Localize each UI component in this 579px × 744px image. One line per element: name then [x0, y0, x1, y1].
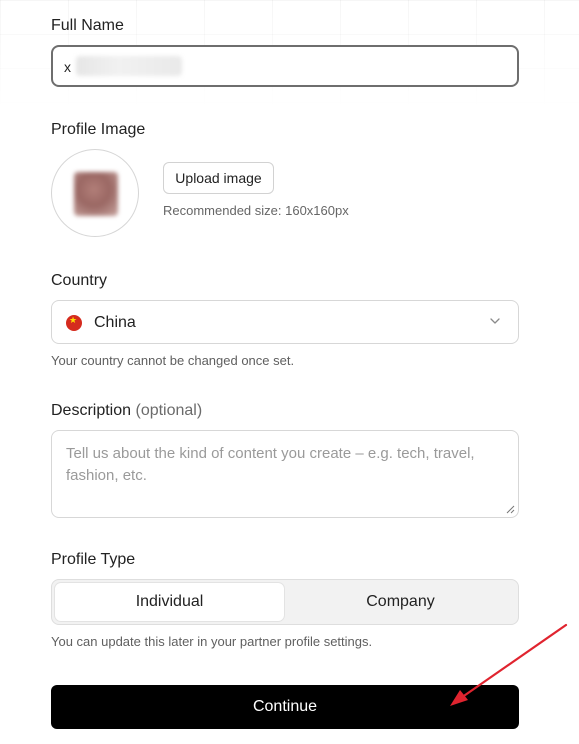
optional-hint: (optional) [135, 402, 203, 419]
full-name-value: x [64, 59, 71, 75]
full-name-input[interactable]: x [51, 45, 519, 87]
country-selected-value: China [94, 314, 136, 331]
profile-type-company[interactable]: Company [286, 583, 515, 621]
china-flag-icon: ★ [66, 315, 82, 331]
redacted-name [76, 56, 182, 76]
image-size-recommendation: Recommended size: 160x160px [163, 203, 349, 218]
full-name-label: Full Name [51, 17, 124, 34]
profile-type-individual[interactable]: Individual [55, 583, 284, 621]
chevron-down-icon [490, 318, 500, 324]
avatar[interactable] [51, 149, 139, 237]
profile-type-label: Profile Type [51, 551, 136, 568]
description-textarea[interactable]: Tell us about the kind of content you cr… [51, 430, 519, 518]
description-label-text: Description [51, 402, 132, 419]
profile-type-toggle: Individual Company [51, 579, 519, 625]
description-placeholder: Tell us about the kind of content you cr… [66, 445, 475, 484]
country-label: Country [51, 272, 108, 289]
annotation-arrow-icon [450, 623, 568, 706]
profile-image-label: Profile Image [51, 121, 146, 138]
description-label: Description (optional) [51, 402, 202, 420]
country-help-text: Your country cannot be changed once set. [51, 353, 295, 368]
avatar-image [74, 172, 118, 216]
profile-type-help-text: You can update this later in your partne… [51, 634, 373, 649]
upload-image-button[interactable]: Upload image [163, 162, 274, 194]
resize-handle-icon[interactable] [506, 505, 515, 514]
country-select[interactable]: ★ China [51, 300, 519, 344]
